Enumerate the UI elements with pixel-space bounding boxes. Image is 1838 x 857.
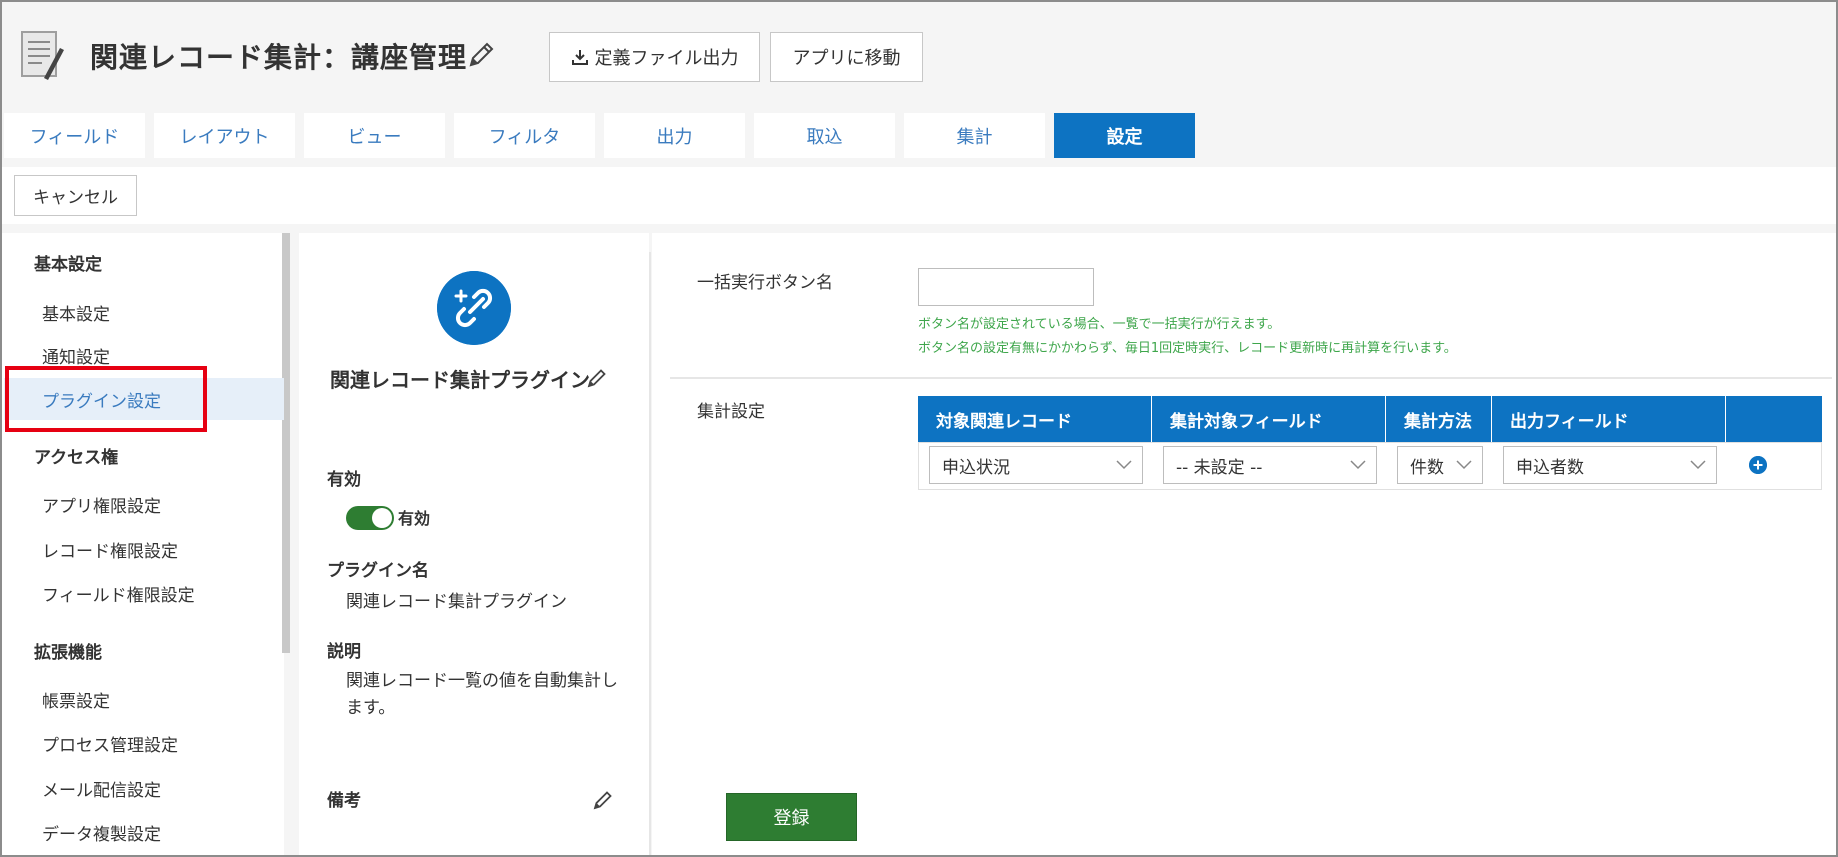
cancel-button[interactable]: キャンセル	[14, 175, 137, 216]
sidebar-item-basic-settings[interactable]: 基本設定	[42, 300, 110, 325]
app-window: 関連レコード集計：講座管理 定義ファイル出力 アプリに移動 フィールド レイアウ…	[0, 0, 1838, 857]
chevron-down-icon	[1690, 460, 1706, 470]
description-heading: 説明	[327, 642, 361, 662]
output-field-value: 申込者数	[1516, 457, 1584, 478]
sidebar-item-process-management[interactable]: プロセス管理設定	[42, 731, 178, 756]
edit-title-pencil-icon[interactable]	[466, 40, 496, 70]
plugin-name-title: 関連レコード集計プラグイン	[330, 368, 590, 392]
sidebar-item-field-permissions[interactable]: フィールド権限設定	[42, 581, 195, 606]
download-icon	[571, 50, 588, 65]
sidebar-heading-extensions: 拡張機能	[34, 643, 102, 663]
panel-divider	[649, 252, 651, 855]
batch-button-name-input[interactable]	[918, 268, 1094, 306]
sidebar-item-mail-delivery[interactable]: メール配信設定	[42, 776, 161, 801]
aggregation-settings-label: 集計設定	[697, 402, 765, 422]
target-field-select[interactable]: -- 未設定 --	[1163, 446, 1377, 484]
toggle-knob	[372, 508, 392, 528]
export-definition-label: 定義ファイル出力	[594, 48, 739, 69]
open-app-button[interactable]: アプリに移動	[770, 32, 923, 82]
plugin-link-icon	[437, 271, 511, 345]
chevron-down-icon	[1116, 460, 1132, 470]
sidebar-item-forms[interactable]: 帳票設定	[42, 687, 110, 712]
enabled-toggle[interactable]	[346, 506, 394, 530]
sidebar-item-app-permissions[interactable]: アプリ権限設定	[42, 492, 161, 517]
plugin-name-heading: プラグイン名	[327, 561, 429, 581]
tab-output[interactable]: 出力	[604, 113, 745, 158]
description-line-2: ます。	[346, 698, 396, 718]
app-document-icon	[21, 31, 64, 80]
sidebar-item-data-copy[interactable]: データ複製設定	[42, 820, 161, 845]
tab-field[interactable]: フィールド	[4, 113, 145, 158]
save-button[interactable]: 登録	[726, 793, 857, 841]
export-definition-button[interactable]: 定義ファイル出力	[549, 32, 760, 82]
aggregation-method-select[interactable]: 件数	[1397, 446, 1483, 484]
toolbar: キャンセル	[2, 167, 1836, 224]
column-header-target-field: 集計対象フィールド	[1152, 396, 1386, 442]
app-header: 関連レコード集計：講座管理 定義ファイル出力 アプリに移動	[2, 2, 1836, 110]
sidebar-heading-access: アクセス権	[34, 448, 119, 468]
remarks-heading: 備考	[327, 791, 361, 811]
chevron-down-icon	[1456, 460, 1472, 470]
sidebar-item-notification-settings[interactable]: 通知設定	[42, 343, 110, 368]
column-header-actions	[1726, 396, 1822, 442]
batch-button-hint-1: ボタン名が設定されている場合、一覧で一括実行が行えます。	[918, 317, 1281, 332]
tab-layout[interactable]: レイアウト	[154, 113, 295, 158]
description-line-1: 関連レコード一覧の値を自動集計し	[346, 671, 618, 691]
sidebar-scrollbar[interactable]	[282, 233, 290, 653]
tab-filter[interactable]: フィルタ	[454, 113, 595, 158]
enabled-heading: 有効	[327, 470, 361, 490]
related-record-value: 申込状況	[942, 457, 1010, 478]
edit-remarks-pencil-icon[interactable]	[592, 789, 614, 811]
sidebar-item-record-permissions[interactable]: レコード権限設定	[42, 537, 178, 562]
page-title: 関連レコード集計：講座管理	[90, 41, 468, 74]
related-record-select[interactable]: 申込状況	[929, 446, 1143, 484]
chevron-down-icon	[1350, 460, 1366, 470]
column-header-method: 集計方法	[1386, 396, 1492, 442]
edit-plugin-name-pencil-icon[interactable]	[586, 367, 608, 389]
tab-settings[interactable]: 設定	[1054, 113, 1195, 158]
add-row-plus-icon[interactable]	[1749, 456, 1767, 474]
tab-aggregate[interactable]: 集計	[904, 113, 1045, 158]
tab-view[interactable]: ビュー	[304, 113, 445, 158]
batch-button-hint-2: ボタン名の設定有無にかかわらず、毎日1回定時実行、レコード更新時に再計算を行いま…	[918, 341, 1457, 356]
output-field-select[interactable]: 申込者数	[1503, 446, 1717, 484]
highlight-annotation-box	[5, 366, 207, 432]
target-field-value: -- 未設定 --	[1176, 457, 1263, 478]
sidebar-heading-basic: 基本設定	[34, 255, 102, 275]
tab-import[interactable]: 取込	[754, 113, 895, 158]
enabled-toggle-label: 有効	[398, 509, 431, 528]
section-divider	[670, 377, 1832, 379]
column-header-related-record: 対象関連レコード	[918, 396, 1152, 442]
column-header-output-field: 出力フィールド	[1492, 396, 1726, 442]
aggregation-method-value: 件数	[1410, 457, 1444, 478]
batch-button-name-label: 一括実行ボタン名	[697, 273, 833, 293]
plugin-name-value: 関連レコード集計プラグイン	[346, 592, 567, 612]
